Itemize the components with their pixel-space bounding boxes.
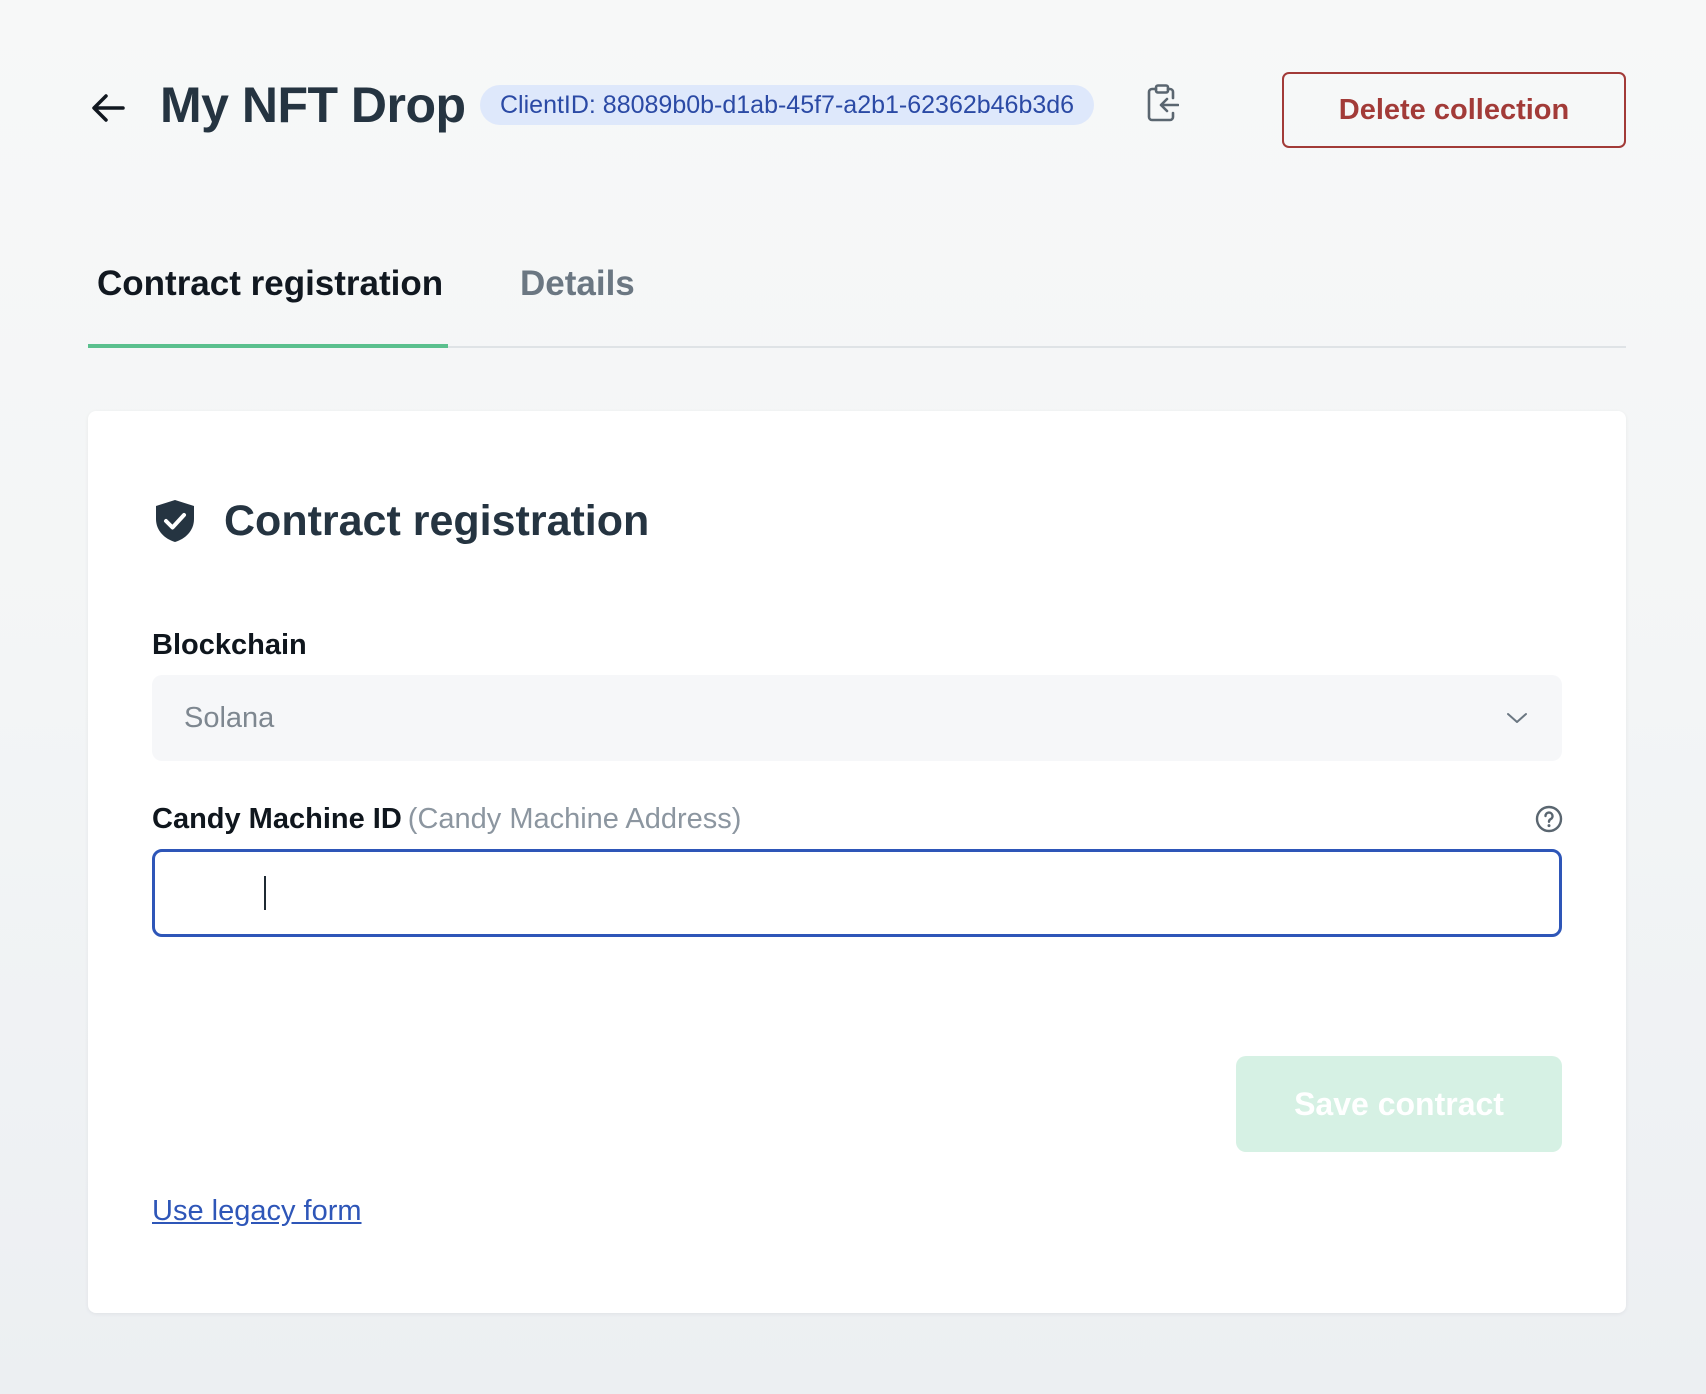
candy-machine-id-input[interactable] (152, 849, 1562, 937)
clipboard-copy-icon (1147, 84, 1179, 122)
arrow-left-icon (92, 94, 125, 122)
candy-machine-sublabel: (Candy Machine Address) (407, 803, 742, 835)
chevron-down-icon (1506, 706, 1530, 730)
delete-collection-button[interactable]: Delete collection (1282, 72, 1626, 148)
page-header: My NFT Drop ClientID: 88089b0b-d1ab-45f7… (88, 70, 1626, 150)
text-caret (264, 876, 266, 910)
contract-registration-card: Contract registration Blockchain Solana … (88, 411, 1626, 1313)
tab-bar: Contract registration Details (88, 250, 1626, 348)
client-id-badge: ClientID: 88089b0b-d1ab-45f7-a2b1-62362b… (480, 85, 1095, 125)
question-circle-icon[interactable] (1534, 804, 1564, 834)
blockchain-label: Blockchain (152, 629, 307, 661)
blockchain-select[interactable]: Solana (152, 675, 1562, 761)
copy-client-id-button[interactable] (1144, 82, 1182, 124)
use-legacy-form-link[interactable]: Use legacy form (152, 1195, 362, 1228)
card-header: Contract registration (154, 493, 649, 549)
back-button[interactable] (88, 88, 128, 128)
page-title: My NFT Drop (160, 77, 466, 133)
save-contract-button[interactable]: Save contract (1236, 1056, 1562, 1152)
card-title: Contract registration (224, 496, 650, 545)
blockchain-select-value: Solana (184, 701, 275, 734)
shield-check-icon (154, 499, 198, 543)
candy-machine-label: Candy Machine ID (Candy Machine Address) (152, 803, 741, 836)
tab-details[interactable]: Details (520, 264, 635, 348)
candy-machine-label-text: Candy Machine ID (152, 803, 402, 835)
tab-contract-registration[interactable]: Contract registration (88, 264, 448, 348)
